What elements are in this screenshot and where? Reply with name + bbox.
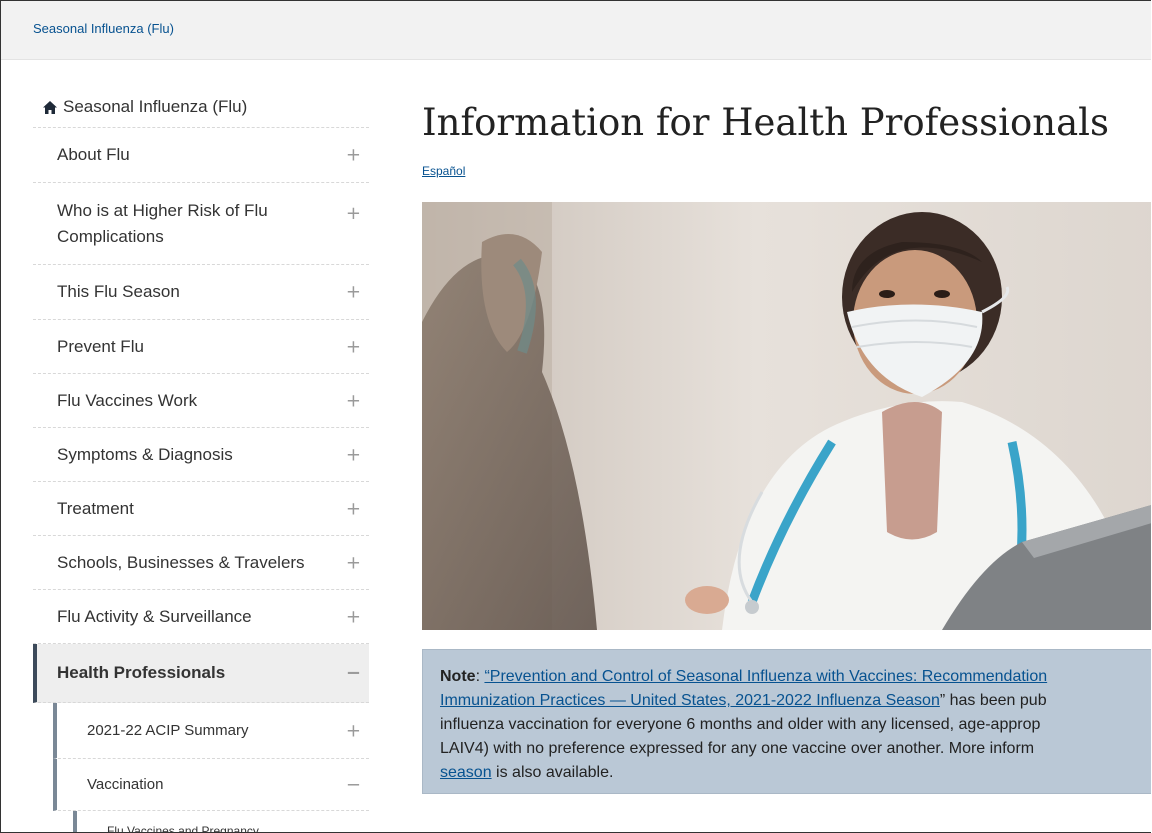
sidebar-item-label: About Flu [57, 145, 130, 164]
sidebar-item-label: Health Professionals [57, 663, 226, 682]
note-line-2: Immunization Practices — United States, … [440, 689, 1151, 713]
sidebar-home-link[interactable]: Seasonal Influenza (Flu) [33, 87, 369, 128]
sidebar-subitem-vaccination[interactable]: Vaccination − [53, 759, 369, 811]
sidebar-item-higher-risk[interactable]: Who is at Higher Risk of Flu Complicatio… [33, 183, 369, 265]
note-line-5: season is also available. [440, 761, 1151, 785]
sidebar-item-label: Flu Vaccines and Pregnancy [107, 824, 259, 833]
sidebar-item-treatment[interactable]: Treatment + [33, 482, 369, 536]
spanish-language-link[interactable]: Español [422, 164, 465, 178]
sidebar-item-this-flu-season[interactable]: This Flu Season + [33, 265, 369, 320]
sidebar-item-label: Schools, Businesses & Travelers [57, 552, 305, 572]
browser-viewport: Seasonal Influenza (Flu) Seasonal Influe… [0, 0, 1151, 833]
note-tail-text: is also available. [491, 764, 614, 781]
note-line-4: LAIV4) with no preference expressed for … [440, 740, 1035, 757]
site-header-bar: Seasonal Influenza (Flu) [1, 1, 1151, 60]
page-title: Information for Health Professionals [422, 101, 1109, 144]
sidebar-subitem-flu-vaccines-pregnancy[interactable]: Flu Vaccines and Pregnancy [73, 811, 369, 833]
note-line-3: influenza vaccination for everyone 6 mon… [440, 716, 1041, 733]
expand-plus-icon[interactable]: + [346, 606, 361, 627]
note-label: Note [440, 668, 476, 685]
expand-plus-icon[interactable]: + [346, 282, 361, 303]
collapse-minus-icon[interactable]: − [346, 663, 361, 684]
sidebar-item-label: Symptoms & Diagnosis [57, 444, 233, 464]
sidebar-item-flu-vaccines-work[interactable]: Flu Vaccines Work + [33, 374, 369, 428]
breadcrumb-link[interactable]: Seasonal Influenza (Flu) [33, 21, 174, 36]
sidebar-item-label: Who is at Higher Risk of Flu Complicatio… [57, 200, 268, 246]
collapse-minus-icon[interactable]: − [346, 774, 361, 795]
acip-note-box: Note: “Prevention and Control of Seasona… [422, 649, 1151, 794]
sidebar-item-label: Vaccination [87, 776, 164, 793]
expand-plus-icon[interactable]: + [346, 145, 361, 166]
season-info-link[interactable]: season [440, 764, 492, 781]
sidebar-item-label: Prevent Flu [57, 336, 144, 356]
expand-plus-icon[interactable]: + [346, 390, 361, 411]
sidebar-item-prevent-flu[interactable]: Prevent Flu + [33, 320, 369, 374]
sidebar-item-label: Flu Activity & Surveillance [57, 606, 252, 626]
home-icon [43, 100, 57, 114]
sidebar-item-schools-businesses[interactable]: Schools, Businesses & Travelers + [33, 536, 369, 590]
note-line-1: Note: “Prevention and Control of Seasona… [440, 665, 1151, 689]
expand-plus-icon[interactable]: + [346, 336, 361, 357]
expand-plus-icon[interactable]: + [346, 552, 361, 573]
hero-photo-doctor-patient [422, 202, 1151, 630]
acip-recommendations-link[interactable]: “Prevention and Control of Seasonal Infl… [484, 668, 1047, 685]
sidebar-item-symptoms[interactable]: Symptoms & Diagnosis + [33, 428, 369, 482]
sidebar-item-label: Treatment [57, 498, 134, 518]
sidebar-item-about-flu[interactable]: About Flu + [33, 128, 369, 183]
acip-recommendations-link-continued[interactable]: Immunization Practices — United States, … [440, 692, 940, 709]
left-sidebar-nav: Seasonal Influenza (Flu) About Flu + Who… [33, 87, 369, 833]
sidebar-subitem-acip-summary[interactable]: 2021-22 ACIP Summary + [53, 703, 369, 759]
sidebar-item-label: Flu Vaccines Work [57, 390, 198, 410]
sidebar-item-health-professionals[interactable]: Health Professionals − [33, 644, 369, 703]
expand-plus-icon[interactable]: + [346, 444, 361, 465]
expand-plus-icon[interactable]: + [346, 720, 361, 741]
sidebar-item-flu-activity[interactable]: Flu Activity & Surveillance + [33, 590, 369, 644]
expand-plus-icon[interactable]: + [346, 201, 361, 227]
sidebar-item-label: 2021-22 ACIP Summary [87, 722, 249, 739]
note-text: ” has been pub [939, 692, 1047, 709]
sidebar-item-label: This Flu Season [57, 282, 180, 301]
sidebar-home-label: Seasonal Influenza (Flu) [63, 97, 248, 116]
expand-plus-icon[interactable]: + [346, 498, 361, 519]
